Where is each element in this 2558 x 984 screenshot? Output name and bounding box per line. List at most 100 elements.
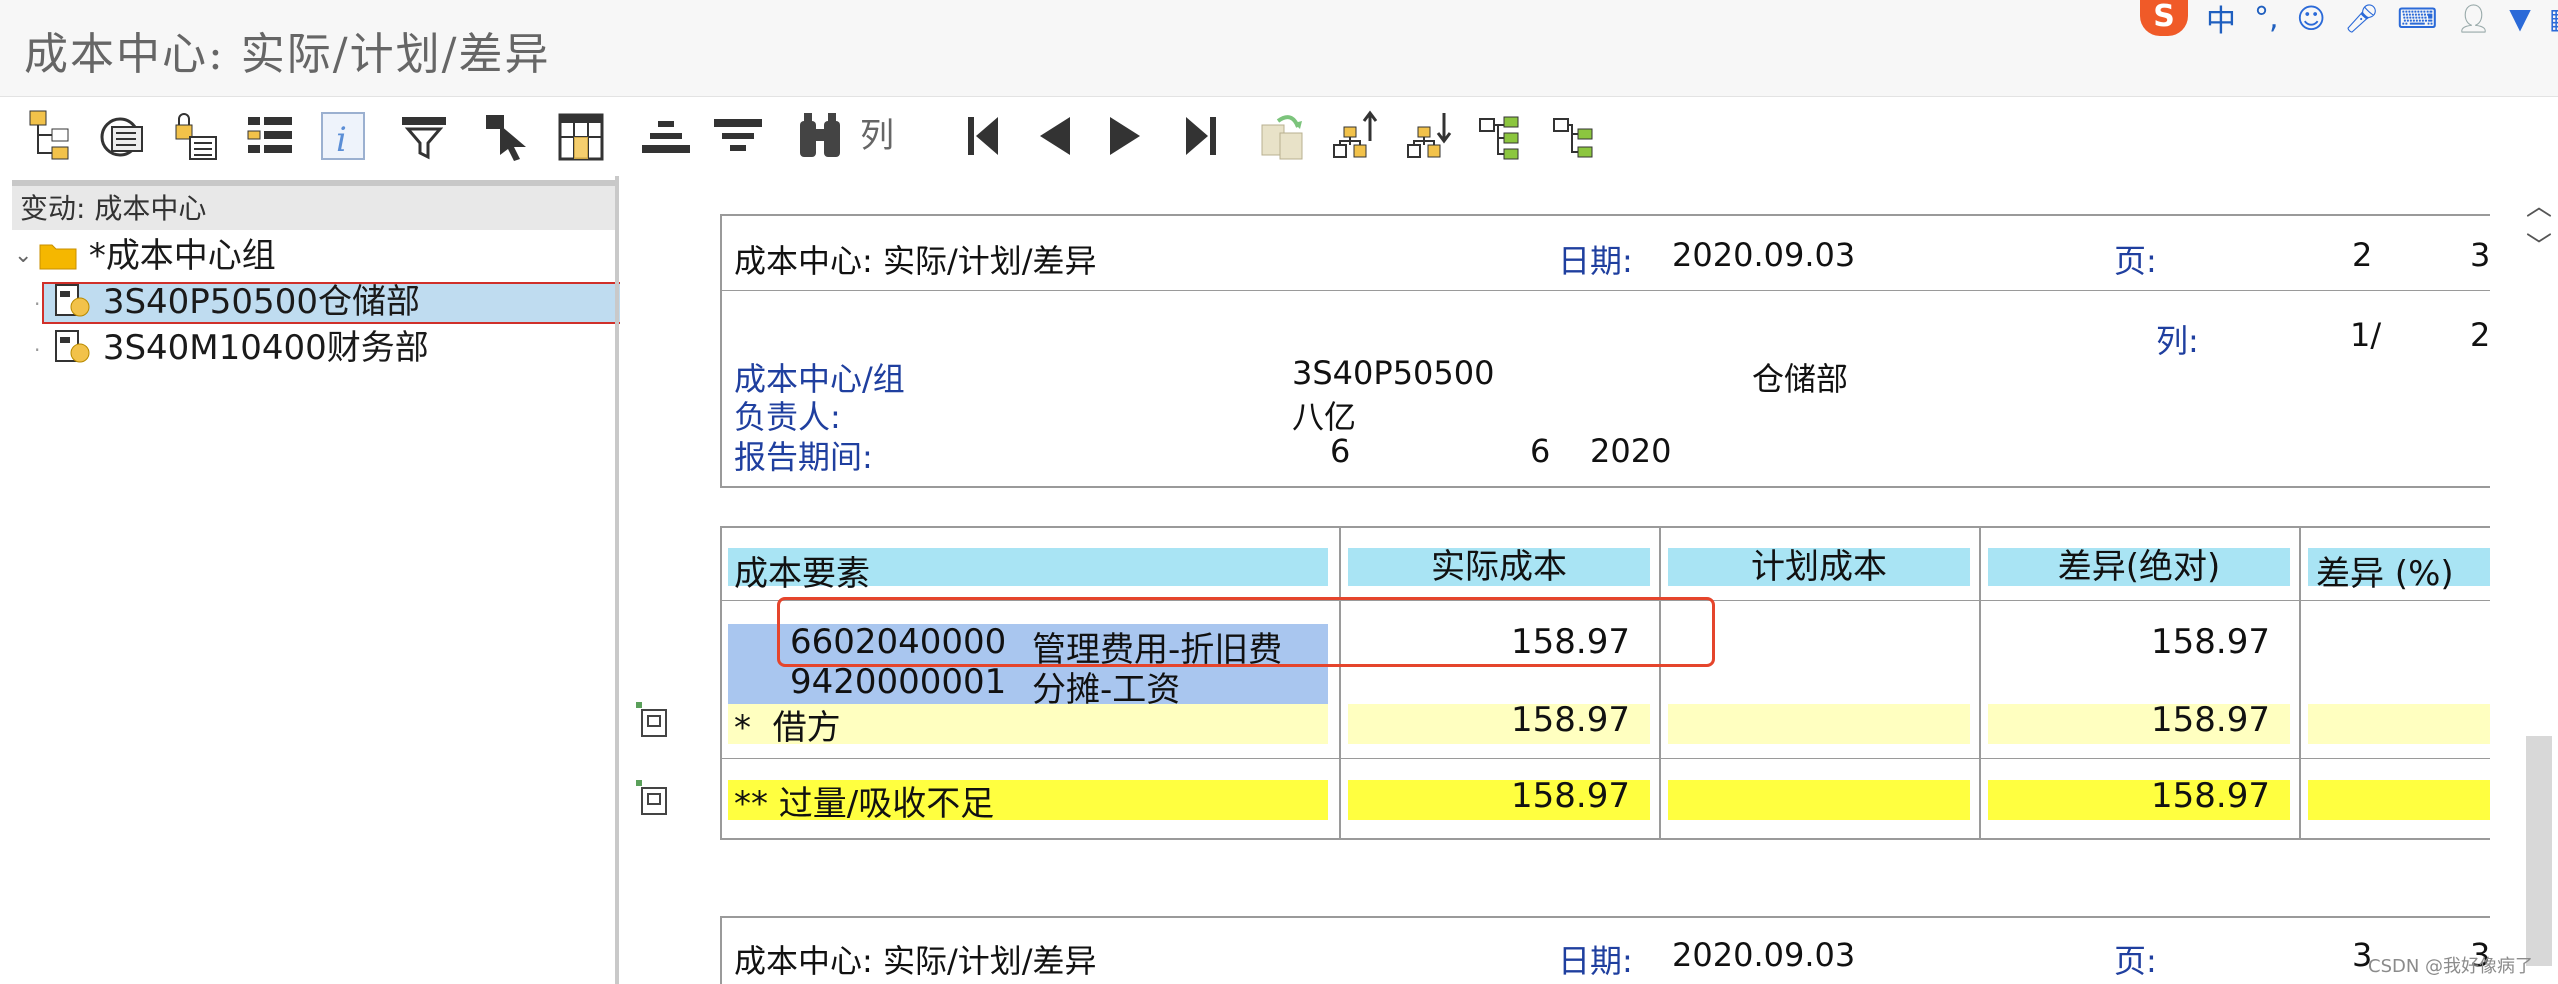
keyboard-icon[interactable]: ⌨ xyxy=(2397,2,2437,35)
tree-item-name: 仓储部 xyxy=(317,282,420,322)
table-border xyxy=(1979,526,1981,840)
export-icon[interactable] xyxy=(1258,107,1310,165)
expand-tree-icon[interactable] xyxy=(1476,107,1528,165)
window-title: 成本中心: 实际/计划/差异 xyxy=(24,29,551,80)
total-bg xyxy=(1668,780,1970,820)
page-label: 页: xyxy=(2114,242,2157,280)
first-page-icon[interactable] xyxy=(962,107,1002,165)
last-page-icon[interactable] xyxy=(1182,107,1222,165)
mic-icon[interactable]: 🎤︎ xyxy=(2344,2,2380,35)
divider xyxy=(720,486,2490,488)
period-label: 报告期间: xyxy=(734,438,873,476)
filter-header-icon[interactable] xyxy=(398,107,450,165)
lock-calc-icon[interactable] xyxy=(170,107,222,165)
ime-logo[interactable]: S xyxy=(2140,0,2188,36)
variance-abs-value[interactable]: 158.97 xyxy=(2000,622,2270,662)
user-icon[interactable]: 👤︎ xyxy=(2456,2,2492,35)
column-value: 1/ xyxy=(2350,316,2382,354)
cost-center-icon xyxy=(55,330,90,363)
select-cursor-icon[interactable] xyxy=(482,107,534,165)
element-code[interactable]: 9420000001 xyxy=(790,662,1006,702)
grid-icon[interactable]: ▦ xyxy=(2549,2,2558,35)
shirt-icon[interactable]: ▼ xyxy=(2509,2,2531,35)
report-title-page2: 成本中心: 实际/计划/差异 xyxy=(734,942,1097,980)
grid-table-icon[interactable] xyxy=(556,107,608,165)
date-value: 2020.09.03 xyxy=(1672,236,1856,274)
date-label: 日期: xyxy=(1558,242,1633,280)
sort-desc-icon[interactable] xyxy=(1404,107,1456,165)
table-border xyxy=(720,758,2490,759)
column-label[interactable]: 列 xyxy=(860,107,894,165)
highlight-annotation xyxy=(777,597,1715,667)
column-header-plan[interactable]: 计划成本 xyxy=(1668,548,1970,586)
pane-splitter[interactable] xyxy=(615,176,619,984)
hierarchy-icon[interactable] xyxy=(26,107,76,165)
collapse-tree-icon[interactable] xyxy=(1550,107,1602,165)
table-border xyxy=(720,526,722,840)
watermark: CSDN @我好像病了 xyxy=(2368,956,2534,977)
page-label: 页: xyxy=(2114,942,2157,980)
column-header-label: 差异 (%) xyxy=(2316,554,2454,594)
divider xyxy=(720,916,722,984)
tree-dot: · xyxy=(34,292,41,316)
next-page-icon[interactable] xyxy=(1106,107,1146,165)
info-icon[interactable]: i xyxy=(318,107,368,165)
tree-root[interactable]: *成本中心组 xyxy=(38,234,276,278)
cost-center-tree: 变动: 成本中心 ⌄ *成本中心组 · 3S40P50500仓储部 · 3S40… xyxy=(12,180,622,984)
cost-center-name: 仓储部 xyxy=(1752,360,1849,398)
table-border xyxy=(720,838,2490,840)
column-header-label: 成本要素 xyxy=(734,554,870,594)
ime-punct[interactable]: °, xyxy=(2254,1,2279,36)
drilldown-icon[interactable] xyxy=(634,778,670,822)
tree-item-warehouse[interactable]: 3S40P50500仓储部 xyxy=(52,280,420,324)
column-header-label: 差异(绝对) xyxy=(2057,547,2221,587)
scroll-up-icon[interactable]: ︿ xyxy=(2526,186,2552,223)
cost-center-icon xyxy=(55,284,90,317)
list-icon[interactable] xyxy=(244,107,296,165)
scroll-down-icon[interactable]: ﹀ xyxy=(2526,226,2552,263)
layout-icon[interactable] xyxy=(98,107,150,165)
toolbar: i 列 xyxy=(0,97,2558,177)
filter-icon[interactable] xyxy=(712,107,764,165)
column-header-element[interactable]: 成本要素 xyxy=(728,548,1328,594)
period-from: 6 xyxy=(1330,432,1351,470)
sort-asc-icon[interactable] xyxy=(1330,107,1382,165)
page-value: 2 xyxy=(2352,236,2373,274)
total-label: ** 过量/吸收不足 xyxy=(734,784,995,824)
subtotal-label: * 借方 xyxy=(734,708,841,748)
report-title: 成本中心: 实际/计划/差异 xyxy=(734,242,1097,280)
drilldown-icon[interactable] xyxy=(634,700,670,744)
subtotal-bg xyxy=(1668,704,1970,744)
column-header-label: 计划成本 xyxy=(1751,547,1887,587)
column-header-variance-pct[interactable]: 差异 (%) xyxy=(2308,548,2490,594)
align-bottom-icon[interactable] xyxy=(640,107,692,165)
divider xyxy=(720,214,722,488)
total-actual[interactable]: 158.97 xyxy=(1360,776,1630,816)
column-header-variance-abs[interactable]: 差异(绝对) xyxy=(1988,548,2290,586)
svg-text:i: i xyxy=(336,120,347,160)
column-header-actual[interactable]: 实际成本 xyxy=(1348,548,1650,586)
subtotal-actual[interactable]: 158.97 xyxy=(1360,700,1630,740)
tree-root-label: *成本中心组 xyxy=(88,236,276,276)
column-header-label: 实际成本 xyxy=(1431,547,1567,587)
subtotal-variance[interactable]: 158.97 xyxy=(2000,700,2270,740)
table-border xyxy=(2299,526,2301,840)
scroll-thumb[interactable] xyxy=(2526,736,2552,966)
divider xyxy=(720,214,2490,216)
divider xyxy=(720,916,2490,918)
tree-item-code: 3S40M10400 xyxy=(102,328,327,368)
tree-header: 变动: 成本中心 xyxy=(12,180,616,230)
tree-item-finance[interactable]: 3S40M10400财务部 xyxy=(52,326,429,370)
vertical-scrollbar[interactable]: ︿ ﹀ xyxy=(2518,176,2558,984)
tree-item-code: 3S40P50500 xyxy=(102,282,318,322)
period-to: 6 xyxy=(1530,432,1551,470)
cost-center-value: 3S40P50500 xyxy=(1292,354,1495,392)
page-total: 3 xyxy=(2470,236,2491,274)
binoculars-icon[interactable] xyxy=(796,107,846,165)
smiley-icon[interactable]: ☺ xyxy=(2297,2,2326,35)
prev-page-icon[interactable] xyxy=(1034,107,1074,165)
total-variance[interactable]: 158.97 xyxy=(2000,776,2270,816)
title-bar: 成本中心: 实际/计划/差异 S 中 °, ☺ 🎤︎ ⌨ 👤︎ ▼ ▦ xyxy=(0,0,2558,97)
ime-mode[interactable]: 中 xyxy=(2206,0,2236,40)
expand-arrow-icon[interactable]: ⌄ xyxy=(14,234,32,278)
